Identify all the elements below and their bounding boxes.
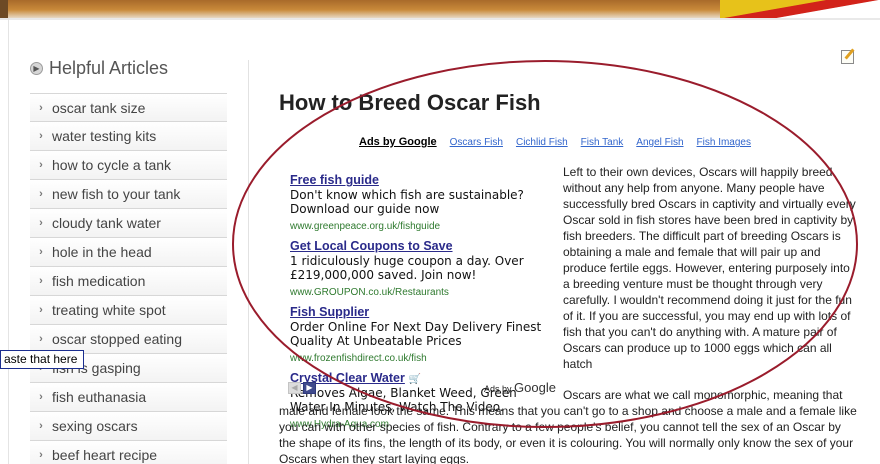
adlink-angel-fish[interactable]: Angel Fish: [636, 137, 683, 148]
sidebar-item-label: fish euthanasia: [52, 389, 147, 405]
sidebar-item-label: sexing oscars: [52, 418, 138, 434]
ad-url[interactable]: www.frozenfishdirect.co.uk/fish: [290, 353, 427, 364]
ad-item: Get Local Coupons to Save 1 ridiculously…: [290, 237, 556, 300]
edit-note-icon[interactable]: [841, 50, 854, 64]
ad-description: 1 ridiculously huge coupon a day. Over £…: [290, 254, 524, 282]
adlink-oscars-fish[interactable]: Oscars Fish: [450, 137, 503, 148]
page-title: How to Breed Oscar Fish: [279, 90, 541, 115]
chevron-right-icon: ›: [39, 217, 43, 229]
ad-description: Order Online For Next Day Delivery Fines…: [290, 320, 542, 348]
cart-icon: 🛒: [408, 374, 422, 385]
banner-shadow: [0, 18, 880, 20]
chevron-right-icon: ›: [39, 159, 43, 171]
adlink-cichlid-fish[interactable]: Cichlid Fish: [516, 137, 568, 148]
header-banner: [0, 0, 880, 18]
chevron-right-icon: ›: [39, 333, 43, 345]
ads-by-google-link[interactable]: Ads by Google: [359, 136, 437, 148]
sidebar-header: ▶ Helpful Articles: [30, 58, 168, 79]
sidebar-item[interactable]: › cloudy tank water: [30, 209, 227, 238]
sidebar-item-label: fish medication: [52, 273, 146, 289]
sidebar-item-label: oscar stopped eating: [52, 331, 182, 347]
sidebar-item-label: cloudy tank water: [52, 215, 161, 231]
sidebar-item[interactable]: › hole in the head: [30, 238, 227, 267]
chevron-right-icon: ›: [39, 391, 43, 403]
bullet-arrow-icon: ▶: [30, 62, 43, 75]
banner-stripes: [720, 0, 880, 18]
chevron-right-icon: ›: [39, 304, 43, 316]
ad-links-bar: Ads by Google Oscars Fish Cichlid Fish F…: [359, 136, 764, 148]
column-divider: [248, 60, 249, 464]
sidebar-item[interactable]: › new fish to your tank: [30, 180, 227, 209]
chevron-right-icon: ›: [39, 101, 43, 114]
chevron-right-icon: ›: [39, 246, 43, 258]
ad-description: Don't know which fish are sustainable? D…: [290, 188, 524, 216]
sidebar-item-label: treating white spot: [52, 302, 166, 318]
sidebar-title: Helpful Articles: [49, 58, 169, 78]
sidebar-item[interactable]: › oscar tank size: [30, 93, 227, 122]
chevron-right-icon: ›: [39, 130, 43, 142]
sidebar-item[interactable]: › water testing kits: [30, 122, 227, 151]
page: ▶ Helpful Articles › oscar tank size › wate…: [0, 0, 880, 464]
left-border: [8, 18, 9, 464]
sidebar-item[interactable]: › how to cycle a tank: [30, 151, 227, 180]
chevron-right-icon: ›: [39, 420, 43, 432]
adlink-fish-tank[interactable]: Fish Tank: [581, 137, 624, 148]
ad-title[interactable]: Get Local Coupons to Save: [290, 239, 453, 253]
chevron-right-icon: ›: [39, 188, 43, 200]
sidebar-item[interactable]: › fish medication: [30, 267, 227, 296]
sidebar-item-label: hole in the head: [52, 244, 152, 260]
ad-item: Fish Supplier Order Online For Next Day …: [290, 303, 556, 366]
chevron-right-icon: ›: [39, 449, 43, 461]
sidebar-item[interactable]: › beef heart recipe: [30, 441, 227, 464]
sidebar-item-label: water testing kits: [52, 128, 157, 144]
adlink-fish-images[interactable]: Fish Images: [697, 137, 751, 148]
ad-url[interactable]: www.greenpeace.org.uk/fishguide: [290, 221, 440, 232]
ad-item: Free fish guide Don't know which fish ar…: [290, 171, 556, 234]
sidebar-item[interactable]: › sexing oscars: [30, 412, 227, 441]
sidebar-item-label: beef heart recipe: [52, 447, 158, 463]
sidebar-list: › oscar tank size › water testing kits › how …: [30, 93, 227, 464]
tooltip: aste that here: [0, 350, 85, 369]
ad-title[interactable]: Fish Supplier: [290, 305, 369, 319]
chevron-right-icon: ›: [39, 275, 43, 287]
sidebar-item-label: new fish to your tank: [52, 186, 181, 202]
ad-title[interactable]: Free fish guide: [290, 173, 379, 187]
ad-url[interactable]: www.GROUPON.co.uk/Restaurants: [290, 287, 449, 298]
sidebar-item[interactable]: › fish euthanasia: [30, 383, 227, 412]
article-paragraph-2: Oscars are what we call monomorphic, mea…: [279, 388, 857, 464]
sidebar-item-label: oscar tank size: [52, 99, 146, 116]
sidebar-item[interactable]: › treating white spot: [30, 296, 227, 325]
banner-edge: [0, 0, 8, 18]
article-paragraph-1: Left to their own devices, Oscars will h…: [563, 165, 856, 371]
sidebar-item-label: how to cycle a tank: [52, 157, 172, 173]
